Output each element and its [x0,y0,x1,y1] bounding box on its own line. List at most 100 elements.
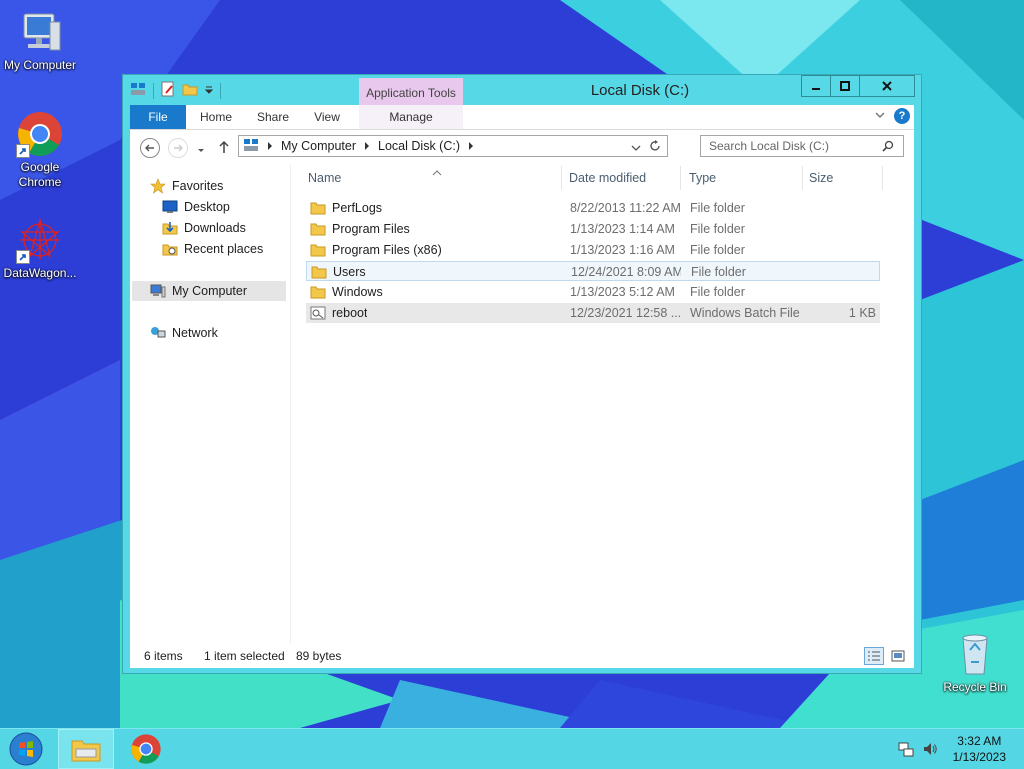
folder-icon [310,286,326,299]
drive-icon [243,138,259,155]
nav-favorites-label: Favorites [172,179,224,193]
file-type: Windows Batch File [690,306,800,320]
file-size: 1 KB [848,306,876,320]
explorer-window[interactable]: Application Tools Local Disk (C:) File H… [122,74,922,674]
taskbar-google-chrome[interactable] [122,729,170,769]
address-bar[interactable]: My Computer Local Disk (C:) [238,135,668,157]
folder-icon [311,266,327,279]
help-icon[interactable]: ? [894,108,910,124]
search-icon[interactable] [882,140,894,155]
file-type: File folder [690,201,745,215]
file-row-reboot[interactable]: reboot 12/23/2021 12:58 ... Windows Batc… [306,303,880,323]
up-button[interactable] [218,140,230,157]
column-header-name[interactable]: Name [302,166,562,190]
status-selection: 1 item selected [204,649,285,663]
nav-recent-places-label: Recent places [184,242,264,256]
desktop-icon-datawagon[interactable]: DataWagon... [0,216,80,281]
desktop-folder-icon [162,200,178,213]
desktop-icon-recycle-bin[interactable]: Recycle Bin [935,630,1015,695]
clock-date: 1/13/2023 [952,750,1006,764]
desktop-icon-label: Google Chrome [18,160,62,189]
back-button[interactable] [140,138,160,158]
file-date: 1/13/2023 1:16 AM [570,243,675,257]
chevron-down-icon [198,149,204,152]
file-type: File folder [690,243,745,257]
shortcut-arrow-icon [16,144,30,158]
computer-icon [150,284,166,298]
file-row-users[interactable]: Users 12/24/2021 8:09 AM File folder [306,261,880,281]
folder-icon [310,223,326,236]
up-arrow-icon [219,140,229,153]
file-type: File folder [690,222,745,236]
title-bar[interactable]: Application Tools Local Disk (C:) [123,75,921,105]
tab-share[interactable]: Share [248,105,298,129]
folder-icon [310,202,326,215]
file-date: 1/13/2023 5:12 AM [570,285,675,299]
nav-my-computer-label: My Computer [172,284,248,298]
file-row-perflogs[interactable]: PerfLogs 8/22/2013 11:22 AM File folder [306,198,880,218]
breadcrumb-my-computer[interactable]: My Computer [281,139,356,153]
address-dropdown-icon[interactable] [631,141,641,155]
clock-time: 3:32 AM [957,734,1002,748]
close-button[interactable] [859,75,915,97]
desktop-icon-google-chrome[interactable]: Google Chrome [0,110,80,190]
file-type: File folder [690,285,745,299]
system-clock[interactable]: 3:32 AM 1/13/2023 [953,733,1006,765]
desktop-icon-label: Recycle Bin [943,680,1007,694]
file-date: 8/22/2013 11:22 AM [570,201,680,215]
tab-file[interactable]: File [130,105,186,129]
file-name-cell: Program Files [310,219,410,239]
nav-my-computer[interactable]: My Computer [132,281,286,301]
details-view-button[interactable] [864,647,884,665]
tab-view[interactable]: View [304,105,350,129]
search-input[interactable]: Search Local Disk (C:) [700,135,904,157]
file-row-windows[interactable]: Windows 1/13/2023 5:12 AM File folder [306,282,880,302]
status-bar: 6 items 1 item selected 89 bytes [130,644,914,668]
column-header-size[interactable]: Size [803,166,883,190]
volume-tray-icon[interactable] [922,741,938,760]
tab-manage[interactable]: Manage [359,105,463,129]
nav-network[interactable]: Network [150,323,218,343]
taskbar: 3:32 AM 1/13/2023 [0,728,1024,769]
expand-ribbon-icon[interactable] [874,109,886,123]
large-icons-view-button[interactable] [888,647,908,665]
file-name: PerfLogs [332,201,383,215]
back-arrow-icon [145,144,154,152]
nav-favorites[interactable]: Favorites [150,176,223,196]
breadcrumb-separator-icon[interactable] [267,139,273,153]
maximize-button[interactable] [830,75,860,97]
file-type: File folder [691,265,746,279]
ribbon-tabs: File Home Share View Manage ? [130,105,914,130]
content-area: Favorites Desktop Downloads Recent place… [130,164,914,644]
column-header-date-modified[interactable]: Date modified [563,166,681,190]
minimize-button[interactable] [801,75,831,97]
taskbar-file-explorer[interactable] [58,729,114,769]
desktop-icon-my-computer[interactable]: My Computer [0,8,80,73]
file-name: Windows [332,285,383,299]
maximize-icon [840,81,850,91]
column-header-type[interactable]: Type [683,166,803,190]
forward-button[interactable] [168,138,188,158]
recycle-bin-icon [951,630,999,678]
file-name-cell: Users [311,262,366,282]
file-date: 12/24/2021 8:09 AM [571,265,681,279]
recent-locations-dropdown[interactable] [196,144,206,158]
file-row-program-files-x86[interactable]: Program Files (x86) 1/13/2023 1:16 AM Fi… [306,240,880,260]
file-row-program-files[interactable]: Program Files 1/13/2023 1:14 AM File fol… [306,219,880,239]
minimize-icon [812,88,820,90]
navigation-bar: My Computer Local Disk (C:) Search Local… [130,130,914,164]
breadcrumb-local-disk[interactable]: Local Disk (C:) [378,139,460,153]
ribbon-right-controls: ? [874,108,910,124]
refresh-icon[interactable] [649,139,661,156]
computer-icon [16,8,64,56]
breadcrumb-separator-icon[interactable] [468,139,474,153]
breadcrumb-separator-icon[interactable] [364,139,370,153]
tab-home[interactable]: Home [190,105,242,129]
nav-desktop[interactable]: Desktop [162,197,230,217]
start-button[interactable] [4,729,48,769]
network-tray-icon[interactable] [898,741,914,760]
nav-desktop-label: Desktop [184,200,230,214]
nav-recent-places[interactable]: Recent places [162,239,263,259]
nav-downloads[interactable]: Downloads [162,218,246,238]
forward-arrow-icon [174,144,183,152]
